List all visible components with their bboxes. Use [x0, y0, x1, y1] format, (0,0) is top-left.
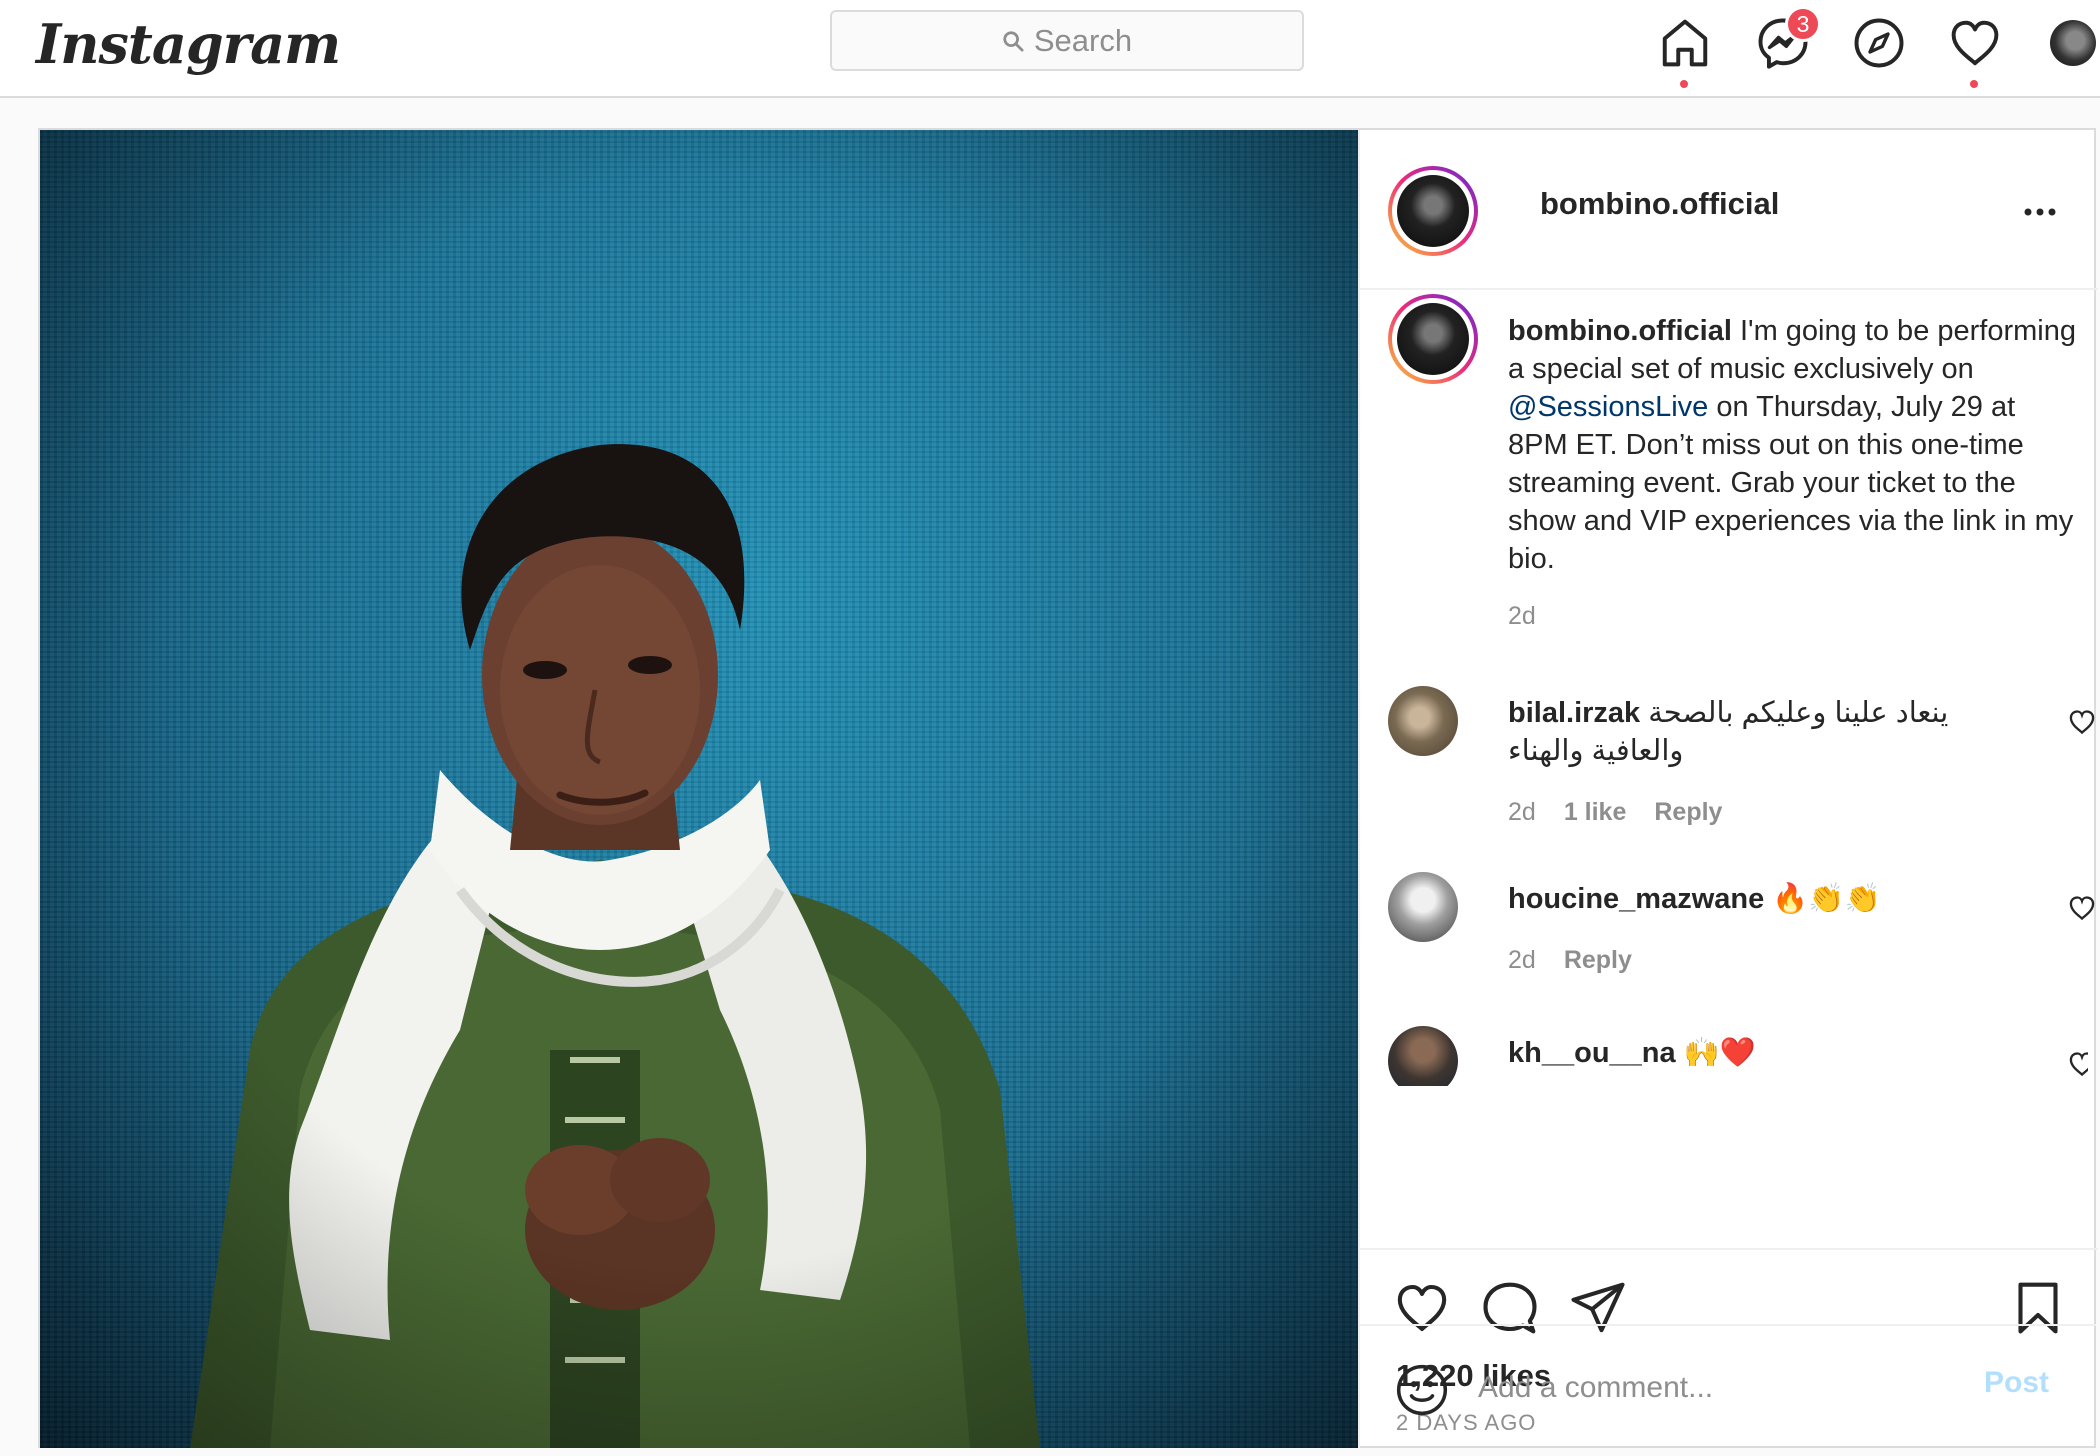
comment-reply-button[interactable]: Reply	[1654, 798, 1722, 827]
post-caption: bombino.official I'm going to be perform…	[1508, 312, 2078, 578]
post-card: bombino.official bombino.official I'm go…	[38, 128, 2098, 1448]
comment-body: houcine_mazwane 🔥👏👏	[1508, 880, 2008, 918]
caption-timestamp[interactable]: 2d	[1508, 602, 1536, 631]
search-icon	[1003, 30, 1024, 52]
comment-like-heart-icon[interactable]	[2068, 1050, 2088, 1078]
commenter-avatar[interactable]	[1388, 1026, 1458, 1086]
comment-like-heart-icon[interactable]	[2068, 708, 2096, 736]
activity-heart-icon[interactable]	[1948, 16, 2002, 70]
author-username[interactable]: bombino.official	[1540, 186, 1779, 222]
comment-body: bilal.irzak ينعاد علينا وعليكم بالصحة وا…	[1508, 694, 2008, 770]
comment-input[interactable]	[1478, 1356, 1938, 1420]
comment-item: kh__ou__na 🙌❤️	[1388, 1026, 2088, 1086]
explore-icon[interactable]	[1852, 16, 1906, 70]
instagram-logo[interactable]: Instagram	[36, 12, 341, 76]
comment-meta: 2d Reply	[1508, 946, 1632, 975]
home-notification-dot	[1680, 80, 1688, 88]
add-comment-bar: Post	[1358, 1324, 2096, 1448]
portrait-illustration	[40, 130, 1358, 1448]
home-icon[interactable]	[1658, 16, 1712, 70]
comment-item: bilal.irzak ينعاد علينا وعليكم بالصحة وا…	[1388, 686, 2095, 827]
post-comment-button[interactable]: Post	[1984, 1366, 2049, 1400]
caption-mention-link[interactable]: @SessionsLive	[1508, 391, 1708, 423]
comment-reply-button[interactable]: Reply	[1564, 946, 1632, 975]
comment-likes[interactable]: 1 like	[1564, 798, 1627, 827]
search-placeholder: Search	[1033, 22, 1133, 58]
comment-username[interactable]: kh__ou__na	[1508, 1037, 1676, 1069]
post-side-panel: bombino.official bombino.official I'm go…	[1358, 130, 2098, 1448]
author-avatar[interactable]	[1388, 166, 1478, 256]
comment-item: houcine_mazwane 🔥👏👏 2d Reply	[1388, 872, 2095, 982]
more-icon[interactable]	[2020, 192, 2060, 232]
messages-badge: 3	[1785, 6, 1821, 42]
comment-time[interactable]: 2d	[1508, 798, 1536, 827]
profile-avatar[interactable]	[2050, 20, 2096, 66]
post-photo[interactable]	[40, 130, 1358, 1448]
comment-text: 🔥👏👏	[1764, 883, 1881, 915]
emoji-icon[interactable]	[1394, 1362, 1450, 1418]
post-header: bombino.official	[1360, 130, 2098, 290]
search-box[interactable]: Search	[830, 10, 1304, 71]
comment-username[interactable]: houcine_mazwane	[1508, 883, 1764, 915]
activity-notification-dot	[1970, 80, 1978, 88]
comment-time[interactable]: 2d	[1508, 946, 1536, 975]
commenter-avatar[interactable]	[1388, 686, 1458, 756]
top-navigation-bar: Instagram Search 3	[0, 0, 2100, 98]
caption-avatar[interactable]	[1388, 294, 1478, 384]
comment-text: 🙌❤️	[1675, 1037, 1756, 1069]
caption-username[interactable]: bombino.official	[1508, 315, 1732, 347]
comment-like-heart-icon[interactable]	[2068, 894, 2096, 922]
comment-meta: 2d 1 like Reply	[1508, 798, 1722, 827]
comment-body: kh__ou__na 🙌❤️	[1508, 1034, 2008, 1072]
comment-username[interactable]: bilal.irzak	[1508, 697, 1640, 729]
commenter-avatar[interactable]	[1388, 872, 1458, 942]
